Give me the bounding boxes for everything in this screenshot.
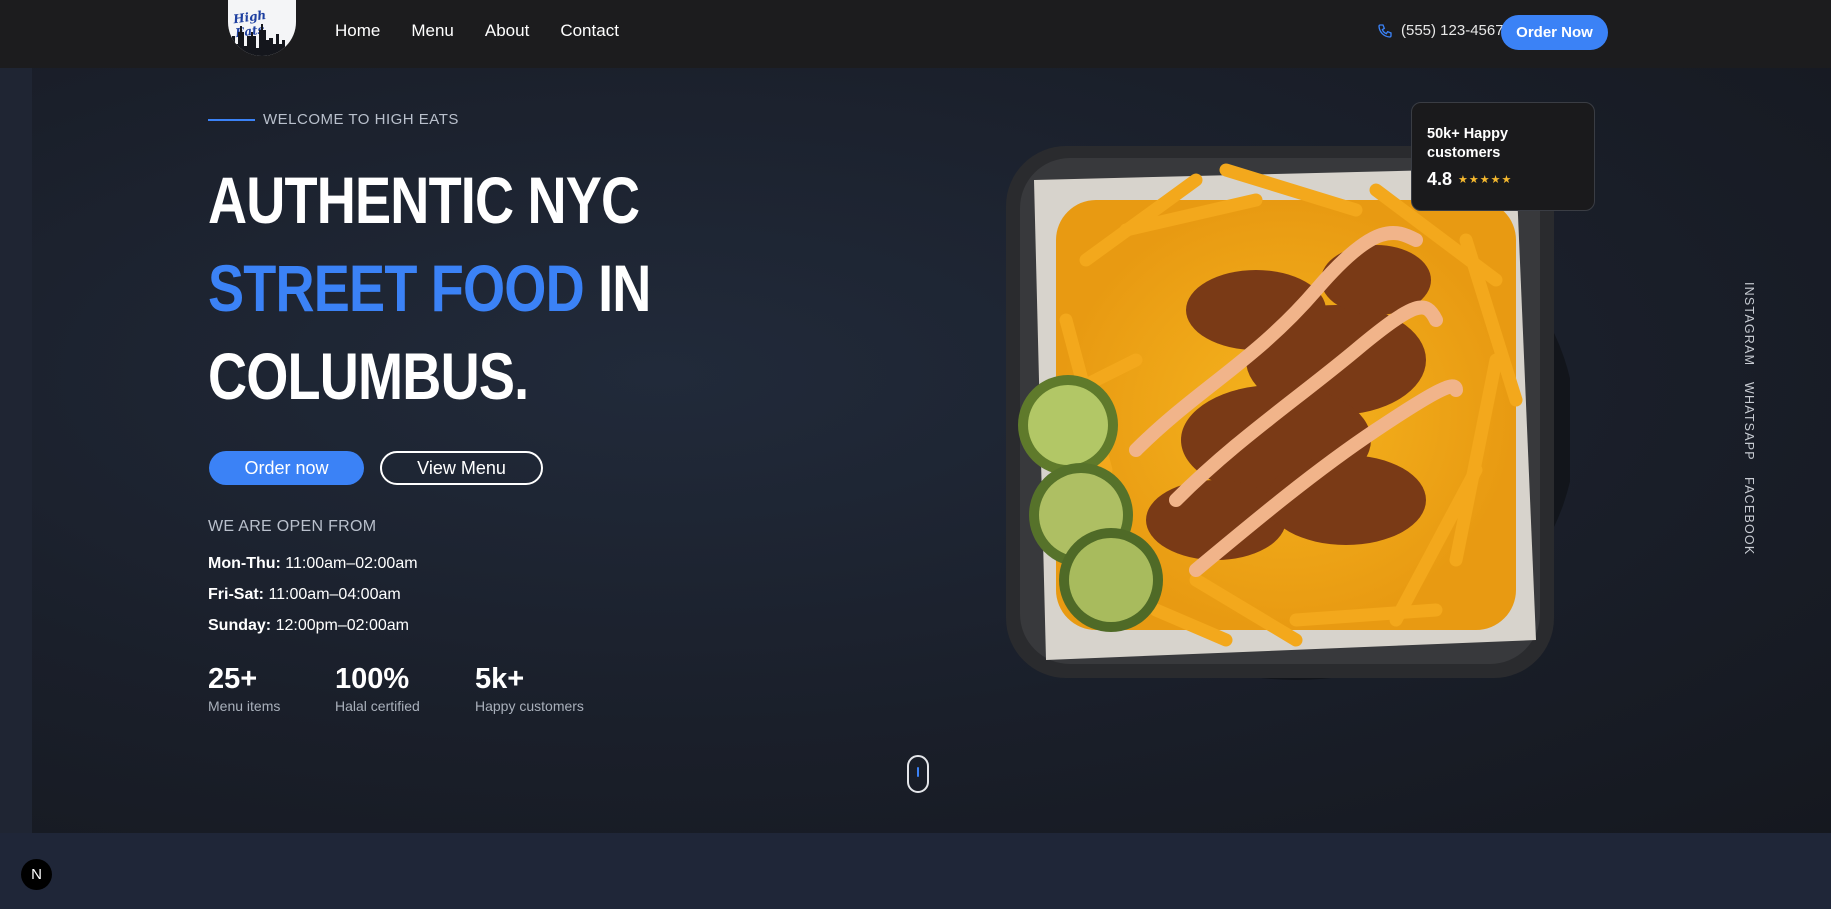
loaded-fries-image (1006, 146, 1570, 680)
headline-line-2-rest: IN (583, 251, 651, 325)
hours-day: Sunday: (208, 617, 272, 634)
rating-title: 50k+ Happy customers (1427, 126, 1509, 161)
hours-day: Fri-Sat: (208, 586, 264, 603)
nextjs-badge[interactable]: N (21, 859, 52, 890)
nav-menu[interactable]: Menu (411, 21, 454, 41)
hours-row: Mon-Thu: 11:00am–02:00am (208, 548, 418, 579)
high-eats-logo[interactable]: High Eats (228, 0, 296, 56)
order-now-button[interactable]: Order now (209, 451, 364, 485)
hours-time: 11:00am–02:00am (280, 555, 418, 572)
star-icons: ★★★★★ (1458, 174, 1513, 186)
instagram-link[interactable]: INSTAGRAM (1742, 282, 1756, 366)
nav-home[interactable]: Home (335, 21, 380, 41)
rating-row: 4.8 ★★★★★ (1427, 169, 1579, 190)
opening-hours: Mon-Thu: 11:00am–02:00am Fri-Sat: 11:00a… (208, 548, 418, 641)
headline-line-3: COLUMBUS. (208, 339, 529, 413)
headline-line-2: STREET FOOD IN (208, 244, 651, 332)
accent-line (208, 118, 255, 121)
hero-headline: AUTHENTIC NYC STREET FOOD IN COLUMBUS. (208, 156, 651, 420)
phone-icon (1378, 23, 1392, 38)
facebook-link[interactable]: FACEBOOK (1742, 477, 1756, 555)
social-links: INSTAGRAM WHATSAPP FACEBOOK (1742, 282, 1756, 555)
headline-highlight: STREET FOOD (208, 251, 585, 325)
hours-day: Mon-Thu: (208, 555, 281, 572)
scroll-indicator-icon[interactable] (907, 755, 929, 793)
stat-number: 5k+ (475, 663, 525, 695)
hours-time: 12:00pm–02:00am (271, 617, 409, 634)
hours-row: Fri-Sat: 11:00am–04:00am (208, 579, 418, 610)
stats-row: 25+ Menu items 100% Halal certified 5k+ … (208, 662, 625, 714)
skyline-icon (228, 24, 285, 56)
phone-number: (555) 123-4567 (1401, 22, 1504, 39)
stat-number: 100% (335, 663, 410, 695)
welcome-tag: WELCOME TO HIGH EATS (208, 111, 459, 128)
next-section (0, 833, 1831, 909)
whatsapp-link[interactable]: WHATSAPP (1742, 382, 1756, 461)
stat-menu-items: 25+ Menu items (208, 662, 335, 714)
phone-link[interactable]: (555) 123-4567 (1377, 22, 1504, 39)
stat-number: 25+ (208, 663, 258, 695)
stat-label: Halal certified (335, 698, 420, 714)
stat-customers: 5k+ Happy customers (475, 662, 625, 714)
stat-label: Menu items (208, 698, 281, 714)
order-now-nav-button[interactable]: Order Now (1501, 15, 1608, 50)
nav-contact[interactable]: Contact (560, 21, 619, 41)
nav-links: Home Menu About Contact (335, 21, 619, 41)
headline-line-1: AUTHENTIC NYC (208, 163, 640, 237)
rating-card: 50k+ Happy customers 4.8 ★★★★★ (1411, 102, 1595, 211)
nav-about[interactable]: About (485, 21, 529, 41)
welcome-text: WELCOME TO HIGH EATS (263, 111, 459, 128)
stat-halal: 100% Halal certified (335, 662, 475, 714)
hours-row: Sunday: 12:00pm–02:00am (208, 610, 418, 641)
rating-score: 4.8 (1427, 169, 1453, 189)
navbar: High Eats Home Menu About Contact (555) … (0, 0, 1831, 68)
view-menu-button[interactable]: View Menu (380, 451, 543, 485)
open-hours-title: WE ARE OPEN FROM (208, 518, 377, 535)
stat-label: Happy customers (475, 698, 584, 714)
hours-time: 11:00am–04:00am (264, 586, 401, 603)
